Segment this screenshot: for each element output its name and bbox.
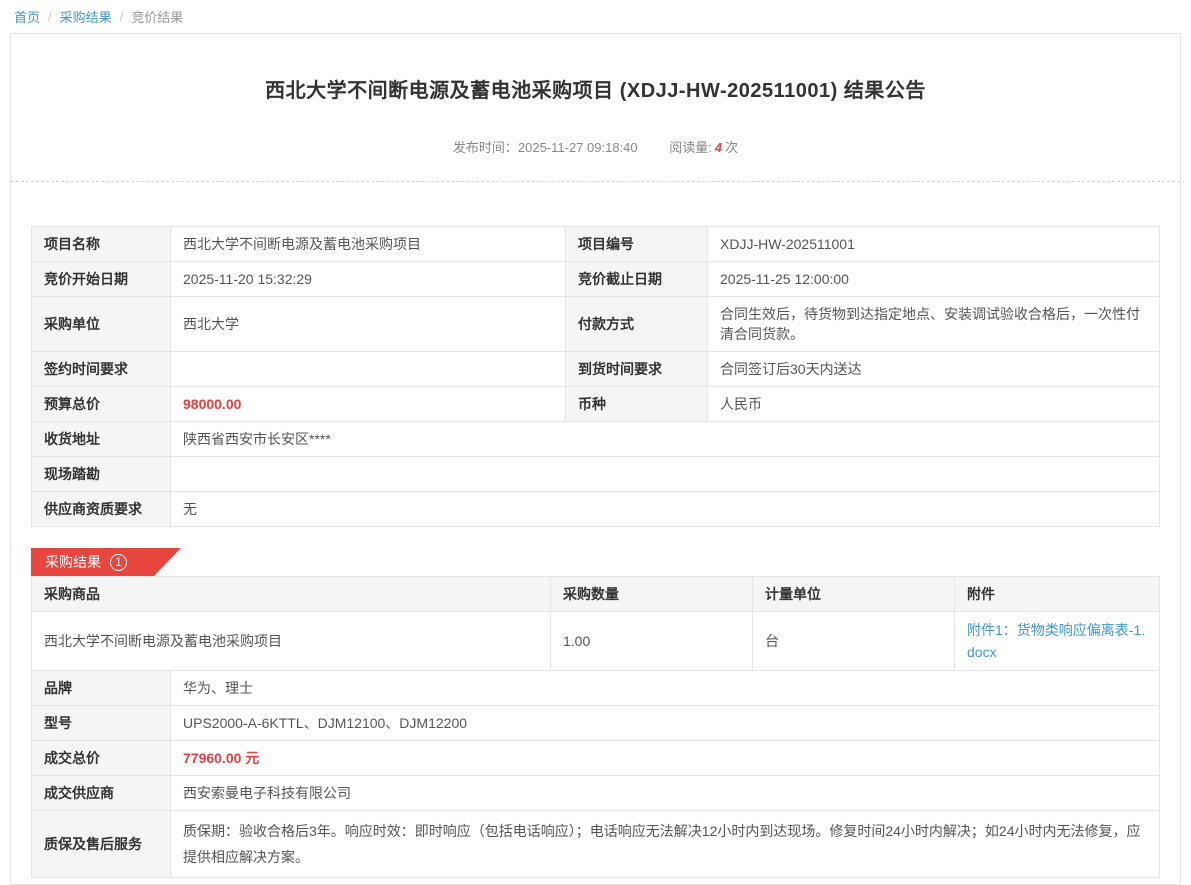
- product-attachment-cell: 附件1：货物类响应偏离表-1.docx: [955, 612, 1160, 671]
- info-label-currency: 币种: [566, 387, 708, 422]
- page-title: 西北大学不间断电源及蓄电池采购项目 (XDJJ-HW-202511001) 结果…: [11, 74, 1180, 103]
- header-attachment: 附件: [955, 577, 1160, 612]
- views-label: 阅读量:: [669, 140, 712, 155]
- info-value-address: 陕西省西安市长安区****: [171, 422, 1160, 457]
- table-row: 型号 UPS2000-A-6KTTL、DJM12100、DJM12200: [32, 706, 1160, 741]
- breadcrumb-home-link[interactable]: 首页: [14, 7, 40, 26]
- product-quantity: 1.00: [551, 612, 753, 671]
- table-row: 品牌 华为、理士: [32, 671, 1160, 706]
- result-value-supplier: 西安索曼电子科技有限公司: [171, 776, 1160, 811]
- table-row: 成交供应商 西安索曼电子科技有限公司: [32, 776, 1160, 811]
- table-row: 签约时间要求 到货时间要求 合同签订后30天内送达: [32, 352, 1160, 387]
- views-counter: 阅读量:4次: [669, 140, 738, 155]
- result-value-warranty: 质保期：验收合格后3年。响应时效：即时响应（包括电话响应）；电话响应无法解决12…: [171, 811, 1160, 878]
- attachment-link[interactable]: 附件1：货物类响应偏离表-1.docx: [967, 619, 1147, 663]
- info-label-qualification: 供应商资质要求: [32, 492, 171, 527]
- info-label-delivery-time: 到货时间要求: [566, 352, 708, 387]
- result-label-supplier: 成交供应商: [32, 776, 171, 811]
- breadcrumb: 首页 / 采购结果 / 竞价结果: [0, 0, 1191, 33]
- result-section-badge: 采购结果 1: [31, 548, 181, 576]
- info-value-site-survey: [171, 457, 1160, 492]
- info-value-project-code: XDJJ-HW-202511001: [708, 227, 1160, 262]
- table-row: 项目名称 西北大学不间断电源及蓄电池采购项目 项目编号 XDJJ-HW-2025…: [32, 227, 1160, 262]
- table-row: 供应商资质要求 无: [32, 492, 1160, 527]
- views-count: 4: [715, 140, 722, 155]
- result-label-model: 型号: [32, 706, 171, 741]
- header-unit: 计量单位: [753, 577, 955, 612]
- result-value-deal-price: 77960.00 元: [171, 741, 1160, 776]
- table-row: 成交总价 77960.00 元: [32, 741, 1160, 776]
- info-value-project-name: 西北大学不间断电源及蓄电池采购项目: [171, 227, 566, 262]
- result-label-deal-price: 成交总价: [32, 741, 171, 776]
- info-label-purchaser: 采购单位: [32, 297, 171, 352]
- product-row: 西北大学不间断电源及蓄电池采购项目 1.00 台 附件1：货物类响应偏离表-1.…: [32, 612, 1160, 671]
- info-label-site-survey: 现场踏勘: [32, 457, 171, 492]
- result-value-model: UPS2000-A-6KTTL、DJM12100、DJM12200: [171, 706, 1160, 741]
- header-product: 采购商品: [32, 577, 551, 612]
- product-name: 西北大学不间断电源及蓄电池采购项目: [32, 612, 551, 671]
- info-value-payment: 合同生效后，待货物到达指定地点、安装调试验收合格后，一次性付清合同货款。: [708, 297, 1160, 352]
- publish-meta: 发布时间：2025-11-27 09:18:40 阅读量:4次: [11, 137, 1180, 156]
- info-label-budget: 预算总价: [32, 387, 171, 422]
- content-area: 项目名称 西北大学不间断电源及蓄电池采购项目 项目编号 XDJJ-HW-2025…: [11, 226, 1180, 878]
- info-value-sign-time: [171, 352, 566, 387]
- breadcrumb-separator: /: [120, 9, 124, 24]
- result-label-brand: 品牌: [32, 671, 171, 706]
- publish-time: 发布时间：2025-11-27 09:18:40: [453, 140, 638, 155]
- views-unit: 次: [725, 140, 738, 155]
- table-row: 预算总价 98000.00 币种 人民币: [32, 387, 1160, 422]
- product-unit: 台: [753, 612, 955, 671]
- publish-time-value: 2025-11-27 09:18:40: [518, 140, 638, 155]
- breadcrumb-current: 竞价结果: [131, 7, 183, 26]
- breadcrumb-separator: /: [48, 9, 52, 24]
- info-value-budget: 98000.00: [171, 387, 566, 422]
- info-value-currency: 人民币: [708, 387, 1160, 422]
- result-badge-count: 1: [110, 554, 127, 571]
- info-label-sign-time: 签约时间要求: [32, 352, 171, 387]
- info-label-project-name: 项目名称: [32, 227, 171, 262]
- publish-time-label: 发布时间：: [453, 140, 518, 155]
- info-label-bid-start: 竞价开始日期: [32, 262, 171, 297]
- info-value-bid-start: 2025-11-20 15:32:29: [171, 262, 566, 297]
- info-value-delivery-time: 合同签订后30天内送达: [708, 352, 1160, 387]
- info-label-project-code: 项目编号: [566, 227, 708, 262]
- table-header-row: 采购商品 采购数量 计量单位 附件: [32, 577, 1160, 612]
- project-info-table: 项目名称 西北大学不间断电源及蓄电池采购项目 项目编号 XDJJ-HW-2025…: [31, 226, 1160, 527]
- table-row: 竞价开始日期 2025-11-20 15:32:29 竞价截止日期 2025-1…: [32, 262, 1160, 297]
- divider: [11, 181, 1180, 182]
- result-value-brand: 华为、理士: [171, 671, 1160, 706]
- purchase-result-table: 采购商品 采购数量 计量单位 附件 西北大学不间断电源及蓄电池采购项目 1.00…: [31, 576, 1160, 878]
- result-badge-label: 采购结果: [45, 552, 101, 572]
- info-label-address: 收货地址: [32, 422, 171, 457]
- announcement-card: 西北大学不间断电源及蓄电池采购项目 (XDJJ-HW-202511001) 结果…: [10, 33, 1181, 885]
- info-label-bid-end: 竞价截止日期: [566, 262, 708, 297]
- header-quantity: 采购数量: [551, 577, 753, 612]
- table-row: 采购单位 西北大学 付款方式 合同生效后，待货物到达指定地点、安装调试验收合格后…: [32, 297, 1160, 352]
- table-row: 质保及售后服务 质保期：验收合格后3年。响应时效：即时响应（包括电话响应）；电话…: [32, 811, 1160, 878]
- breadcrumb-results-link[interactable]: 采购结果: [60, 7, 112, 26]
- table-row: 现场踏勘: [32, 457, 1160, 492]
- info-value-purchaser: 西北大学: [171, 297, 566, 352]
- result-label-warranty: 质保及售后服务: [32, 811, 171, 878]
- info-value-qualification: 无: [171, 492, 1160, 527]
- info-label-payment: 付款方式: [566, 297, 708, 352]
- table-row: 收货地址 陕西省西安市长安区****: [32, 422, 1160, 457]
- info-value-bid-end: 2025-11-25 12:00:00: [708, 262, 1160, 297]
